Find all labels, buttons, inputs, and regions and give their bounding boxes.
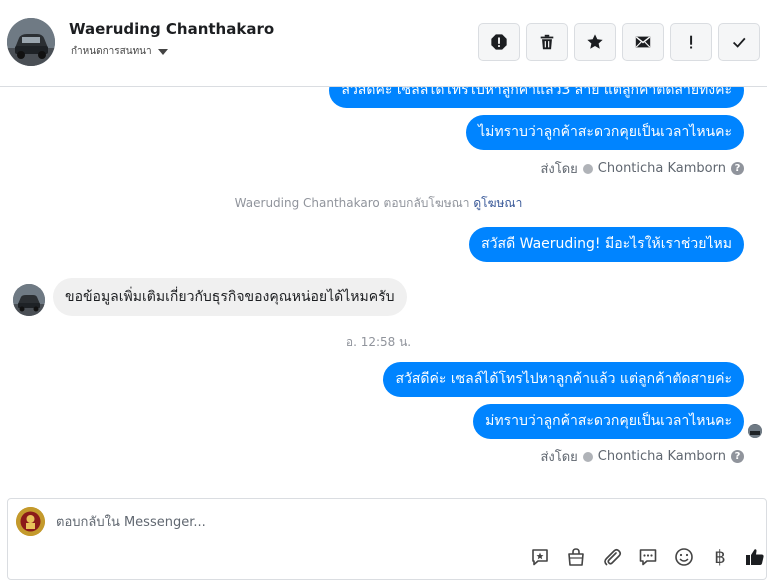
caret-down-icon <box>157 48 168 55</box>
follow-up-button[interactable] <box>670 23 712 61</box>
sender-name[interactable]: Chonticha Kamborn <box>598 161 726 176</box>
payment-button[interactable]: ฿ <box>709 546 731 568</box>
sender-badge-icon <box>582 451 593 462</box>
check-icon <box>732 37 746 48</box>
like-icon <box>746 549 764 565</box>
trash-icon <box>540 34 554 50</box>
emoji-button[interactable] <box>673 546 695 568</box>
mark-done-button[interactable] <box>718 23 760 61</box>
assign-label: กำหนดการสนทนา <box>71 46 152 57</box>
quick-reply-button[interactable] <box>637 546 659 568</box>
conversation-header: Waeruding Chanthakaro กำหนดการสนทนา <box>0 0 767 87</box>
star-icon <box>587 34 603 49</box>
sender-badge-icon <box>582 163 593 174</box>
report-spam-button[interactable] <box>478 23 520 61</box>
saved-reply-button[interactable] <box>529 546 551 568</box>
mail-icon <box>635 36 651 48</box>
assign-conversation-dropdown[interactable]: กำหนดการสนทนา <box>71 44 168 59</box>
view-ad-link[interactable]: ดูโฆษณา <box>473 196 522 210</box>
mark-unread-button[interactable] <box>622 23 664 61</box>
emoji-icon <box>675 548 693 566</box>
ad-reply-text: Waeruding Chanthakaro ตอบกลับโฆษณา <box>234 196 470 210</box>
message-bubble-outgoing: สวัสดี Waeruding! มีอะไรให้เราช่วยไหม <box>469 227 744 262</box>
seen-by-avatar <box>748 424 762 438</box>
message-bubble-outgoing: สวัสดีค่ะ เซลล์ได้โทรไปหาลูกค้าแล้ว3 สาย… <box>329 87 744 108</box>
message-bubble-outgoing: ไม่ทราบว่าลูกค้าสะดวกคุยเป็นเวลาไหนคะ <box>466 115 744 150</box>
sent-by-label: ส่งโดย Chonticha Kamborn ? <box>540 158 744 179</box>
like-button[interactable] <box>744 546 766 568</box>
contact-avatar-small[interactable] <box>13 284 45 316</box>
help-icon[interactable]: ? <box>731 450 744 463</box>
shop-button[interactable] <box>565 546 587 568</box>
message-bubble-outgoing: ม่ทราบว่าลูกค้าสะดวกคุยเป็นเวลาไหนคะ <box>473 404 744 439</box>
ad-reply-notice: Waeruding Chanthakaro ตอบกลับโฆษณา ดูโฆษ… <box>0 194 757 213</box>
saved-reply-icon <box>532 549 548 566</box>
quick-reply-icon <box>639 549 657 566</box>
exclamation-icon <box>690 35 693 49</box>
sent-by-prefix: ส่งโดย <box>540 162 578 177</box>
delete-button[interactable] <box>526 23 568 61</box>
help-icon[interactable]: ? <box>731 162 744 175</box>
sent-by-prefix: ส่งโดย <box>540 450 578 465</box>
baht-icon: ฿ <box>714 546 726 568</box>
contact-avatar[interactable] <box>7 18 55 66</box>
attach-button[interactable] <box>601 546 623 568</box>
reply-composer: ฿ <box>7 498 767 580</box>
star-button[interactable] <box>574 23 616 61</box>
message-timestamp: อ. 12:58 น. <box>345 335 412 349</box>
message-thread[interactable]: สวัสดีค่ะ เซลล์ได้โทรไปหาลูกค้าแล้ว3 สาย… <box>0 87 767 489</box>
sent-by-label: ส่งโดย Chonticha Kamborn ? <box>540 446 744 467</box>
contact-name[interactable]: Waeruding Chanthakaro <box>69 20 274 38</box>
sender-name[interactable]: Chonticha Kamborn <box>598 449 726 464</box>
attachment-icon <box>604 548 622 566</box>
reply-input[interactable] <box>56 511 656 533</box>
message-bubble-outgoing: สวัสดีค่ะ เซลล์ได้โทรไปหาลูกค้าแล้ว แต่ล… <box>383 362 744 397</box>
message-bubble-incoming: ขอข้อมูลเพิ่มเติมเกี่ยวกับธุรกิจของคุณหน… <box>53 278 407 316</box>
shop-bag-icon <box>568 548 584 566</box>
page-avatar <box>16 507 45 536</box>
report-spam-icon <box>491 34 507 50</box>
